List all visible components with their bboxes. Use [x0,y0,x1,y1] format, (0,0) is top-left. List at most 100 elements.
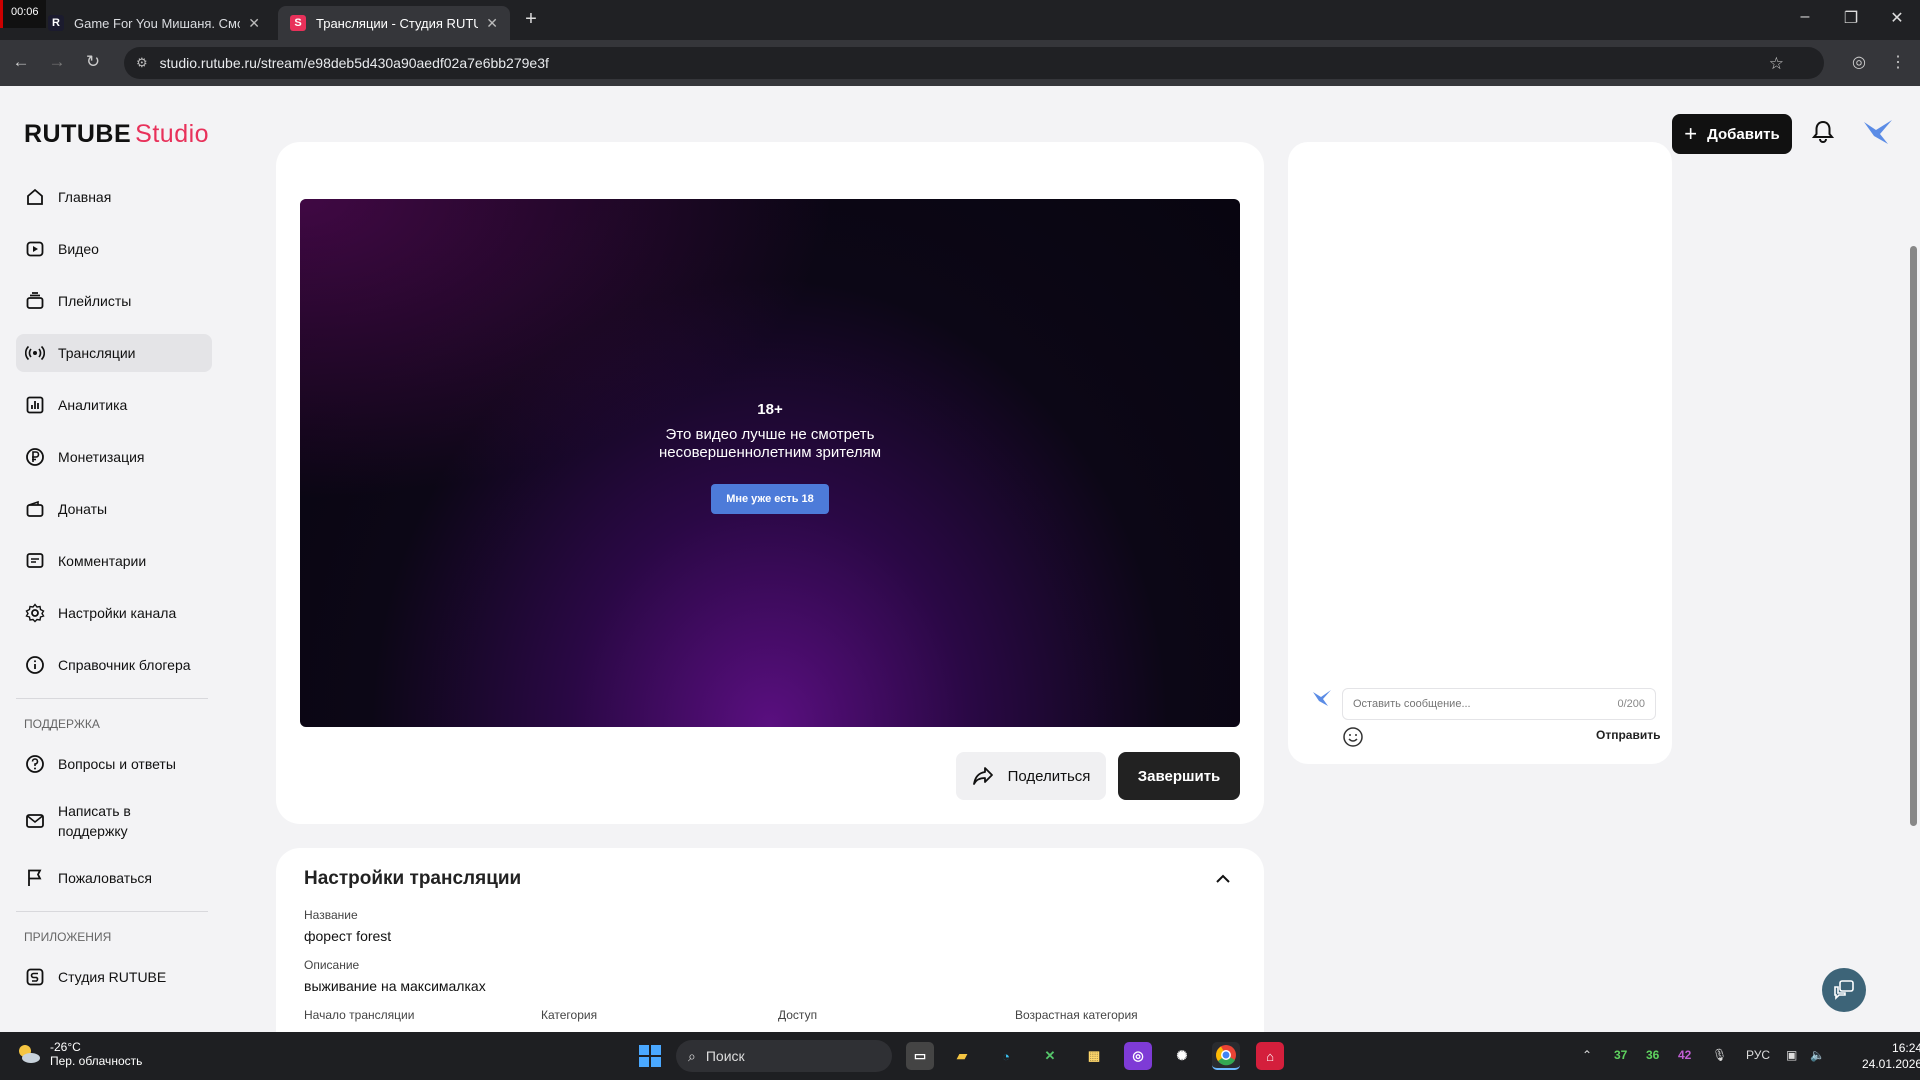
site-info-icon[interactable]: ⚙ [136,55,148,71]
sidebar-item-label: Плейлисты [58,293,132,309]
forward-icon[interactable]: → [46,52,68,72]
add-button-label: Добавить [1707,125,1780,143]
search-icon: ⌕ [688,1047,696,1064]
sidebar-item-label: Видео [58,241,99,257]
browser-tab-bar: 00:06 R Game For You Мишаня. Смотр ✕ S Т… [0,0,1920,40]
tab-title: Game For You Мишаня. Смотр [74,15,241,31]
pdf-app-icon[interactable]: ⌂ [1256,1042,1284,1070]
app-icon[interactable]: ◎ [1124,1042,1152,1070]
sidebar-item-monetization[interactable]: Монетизация [16,438,212,476]
name-value: форест forest [304,928,392,944]
support-section-label: ПОДДЕРЖКА [24,717,100,731]
profile-icon[interactable]: ◎ [1852,52,1866,72]
chevron-up-icon[interactable] [1212,868,1234,890]
reload-icon[interactable]: ↻ [82,52,104,72]
description-value: выживание на максималках [304,978,486,994]
taskbar-search-label: Поиск [705,1048,745,1064]
store-icon[interactable]: ▦ [1080,1042,1108,1070]
share-icon [972,767,993,785]
sidebar-item-studio-app[interactable]: Студия RUTUBE [16,958,212,996]
chat-message-input[interactable] [1353,698,1618,710]
age-restriction-overlay: 18+ Это видео лучше не смотреть несоверш… [300,401,1240,514]
sidebar-item-video[interactable]: Видео [16,230,212,268]
microphone-icon[interactable]: 🎙 [1712,1048,1727,1062]
network-icon[interactable]: ▣ [1786,1048,1797,1062]
add-button[interactable]: + Добавить [1672,114,1792,154]
browser-tab-studio[interactable]: S Трансляции - Студия RUTUBE ✕ [278,6,510,40]
sidebar-item-channel-settings[interactable]: Настройки канала [16,594,212,632]
apps-section-label: ПРИЛОЖЕНИЯ [24,930,112,944]
confirm-age-button[interactable]: Мне уже есть 18 [711,484,829,514]
gear-icon [24,602,46,624]
sidebar-item-contact-support[interactable]: Написать в поддержку [16,797,212,845]
start-label: Начало трансляции [304,1008,415,1022]
sidebar-item-donations[interactable]: Донаты [16,490,212,528]
minimize-icon[interactable]: – [1782,8,1828,26]
plus-icon: + [1684,121,1698,146]
scrollbar-thumb[interactable] [1910,246,1917,826]
age-warning-line2: несовершеннолетним зрителям [658,444,882,461]
back-icon[interactable]: ← [10,52,32,72]
settings-title: Настройки трансляции [304,868,522,889]
bookmark-star-icon[interactable]: ☆ [1769,54,1784,74]
page-scrollbar[interactable] [1906,86,1920,1032]
taskbar-search[interactable]: ⌕ Поиск [676,1040,892,1072]
file-explorer-icon[interactable]: ▰ [948,1042,976,1070]
weather-widget[interactable]: -26°C Пер. облачность [14,1040,142,1068]
address-bar[interactable]: ⚙ ☆ [124,47,1824,79]
volume-icon[interactable]: 🔈 [1810,1048,1825,1062]
sidebar-item-label: Написать в поддержку [58,803,131,839]
windows-start-icon[interactable] [638,1044,662,1068]
chat-message-field[interactable]: 0/200 [1342,688,1656,720]
partly-cloudy-icon [19,1045,40,1063]
window-close-icon[interactable]: ✕ [1874,8,1920,28]
new-tab-button[interactable]: + [520,8,542,30]
sidebar-item-label: Донаты [58,501,108,517]
restore-icon[interactable]: ❐ [1828,8,1874,28]
url-input[interactable] [159,55,1560,71]
tray-expand-icon[interactable]: ⌃ [1582,1048,1592,1062]
clock-date: 24.01.2026 [1862,1057,1920,1071]
language-indicator[interactable]: РУС [1746,1048,1770,1062]
comment-icon [24,550,46,572]
sidebar-item-comments[interactable]: Комментарии [16,542,212,580]
name-label: Название [304,908,358,922]
chart-icon [24,394,46,416]
xbox-icon[interactable]: ✕ [1036,1042,1064,1070]
browser-tab-game[interactable]: R Game For You Мишаня. Смотр ✕ [36,6,272,40]
sidebar-item-analytics[interactable]: Аналитика [16,386,212,424]
settings-app-icon[interactable]: ✺ [1168,1042,1196,1070]
sidebar-item-faq[interactable]: Вопросы и ответы [16,745,212,783]
rutube-studio-logo[interactable]: RUTUBE Studio [24,120,209,149]
support-chat-button[interactable] [1822,968,1866,1012]
sidebar-item-playlists[interactable]: Плейлисты [16,282,212,320]
question-icon [24,753,46,775]
access-label: Доступ [778,1008,818,1022]
notifications-bell-icon[interactable] [1811,120,1835,150]
chat-send-button[interactable]: Отправить [1596,728,1660,742]
sidebar-item-broadcasts[interactable]: Трансляции [16,334,212,372]
edge-browser-icon[interactable]: ◔ [992,1042,1020,1070]
sidebar-item-label: Трансляции [58,345,136,361]
task-view-icon[interactable]: ▭ [906,1042,934,1070]
sidebar-item-report[interactable]: Пожаловаться [16,859,212,897]
video-player[interactable]: 18+ Это видео лучше не смотреть несоверш… [300,199,1240,727]
taskbar-clock[interactable]: 16:24 24.01.2026 [1862,1040,1920,1072]
windows-taskbar: -26°C Пер. облачность ⌕ Поиск ▭ ▰ ◔ ✕ ▦ … [0,1032,1920,1080]
wallet-icon [24,498,46,520]
weather-desc: Пер. облачность [50,1054,143,1068]
end-broadcast-button[interactable]: Завершить [1118,752,1240,800]
emoji-icon[interactable] [1342,726,1364,748]
close-tab-icon[interactable]: ✕ [486,15,498,32]
sidebar-item-label: Справочник блогера [58,657,191,673]
chrome-icon[interactable] [1212,1042,1240,1070]
share-button[interactable]: Поделиться [956,752,1106,800]
studio-page: RUTUBE Studio + Добавить Главная Видео Пл… [0,86,1906,1032]
ruble-icon [24,446,46,468]
sidebar-item-label: Вопросы и ответы [58,756,176,772]
sidebar-item-blogger-guide[interactable]: Справочник блогера [16,646,212,684]
browser-menu-icon[interactable]: ⋮ [1890,52,1906,72]
close-tab-icon[interactable]: ✕ [248,15,260,32]
sidebar-item-home[interactable]: Главная [16,178,212,216]
user-avatar[interactable] [1862,116,1894,148]
